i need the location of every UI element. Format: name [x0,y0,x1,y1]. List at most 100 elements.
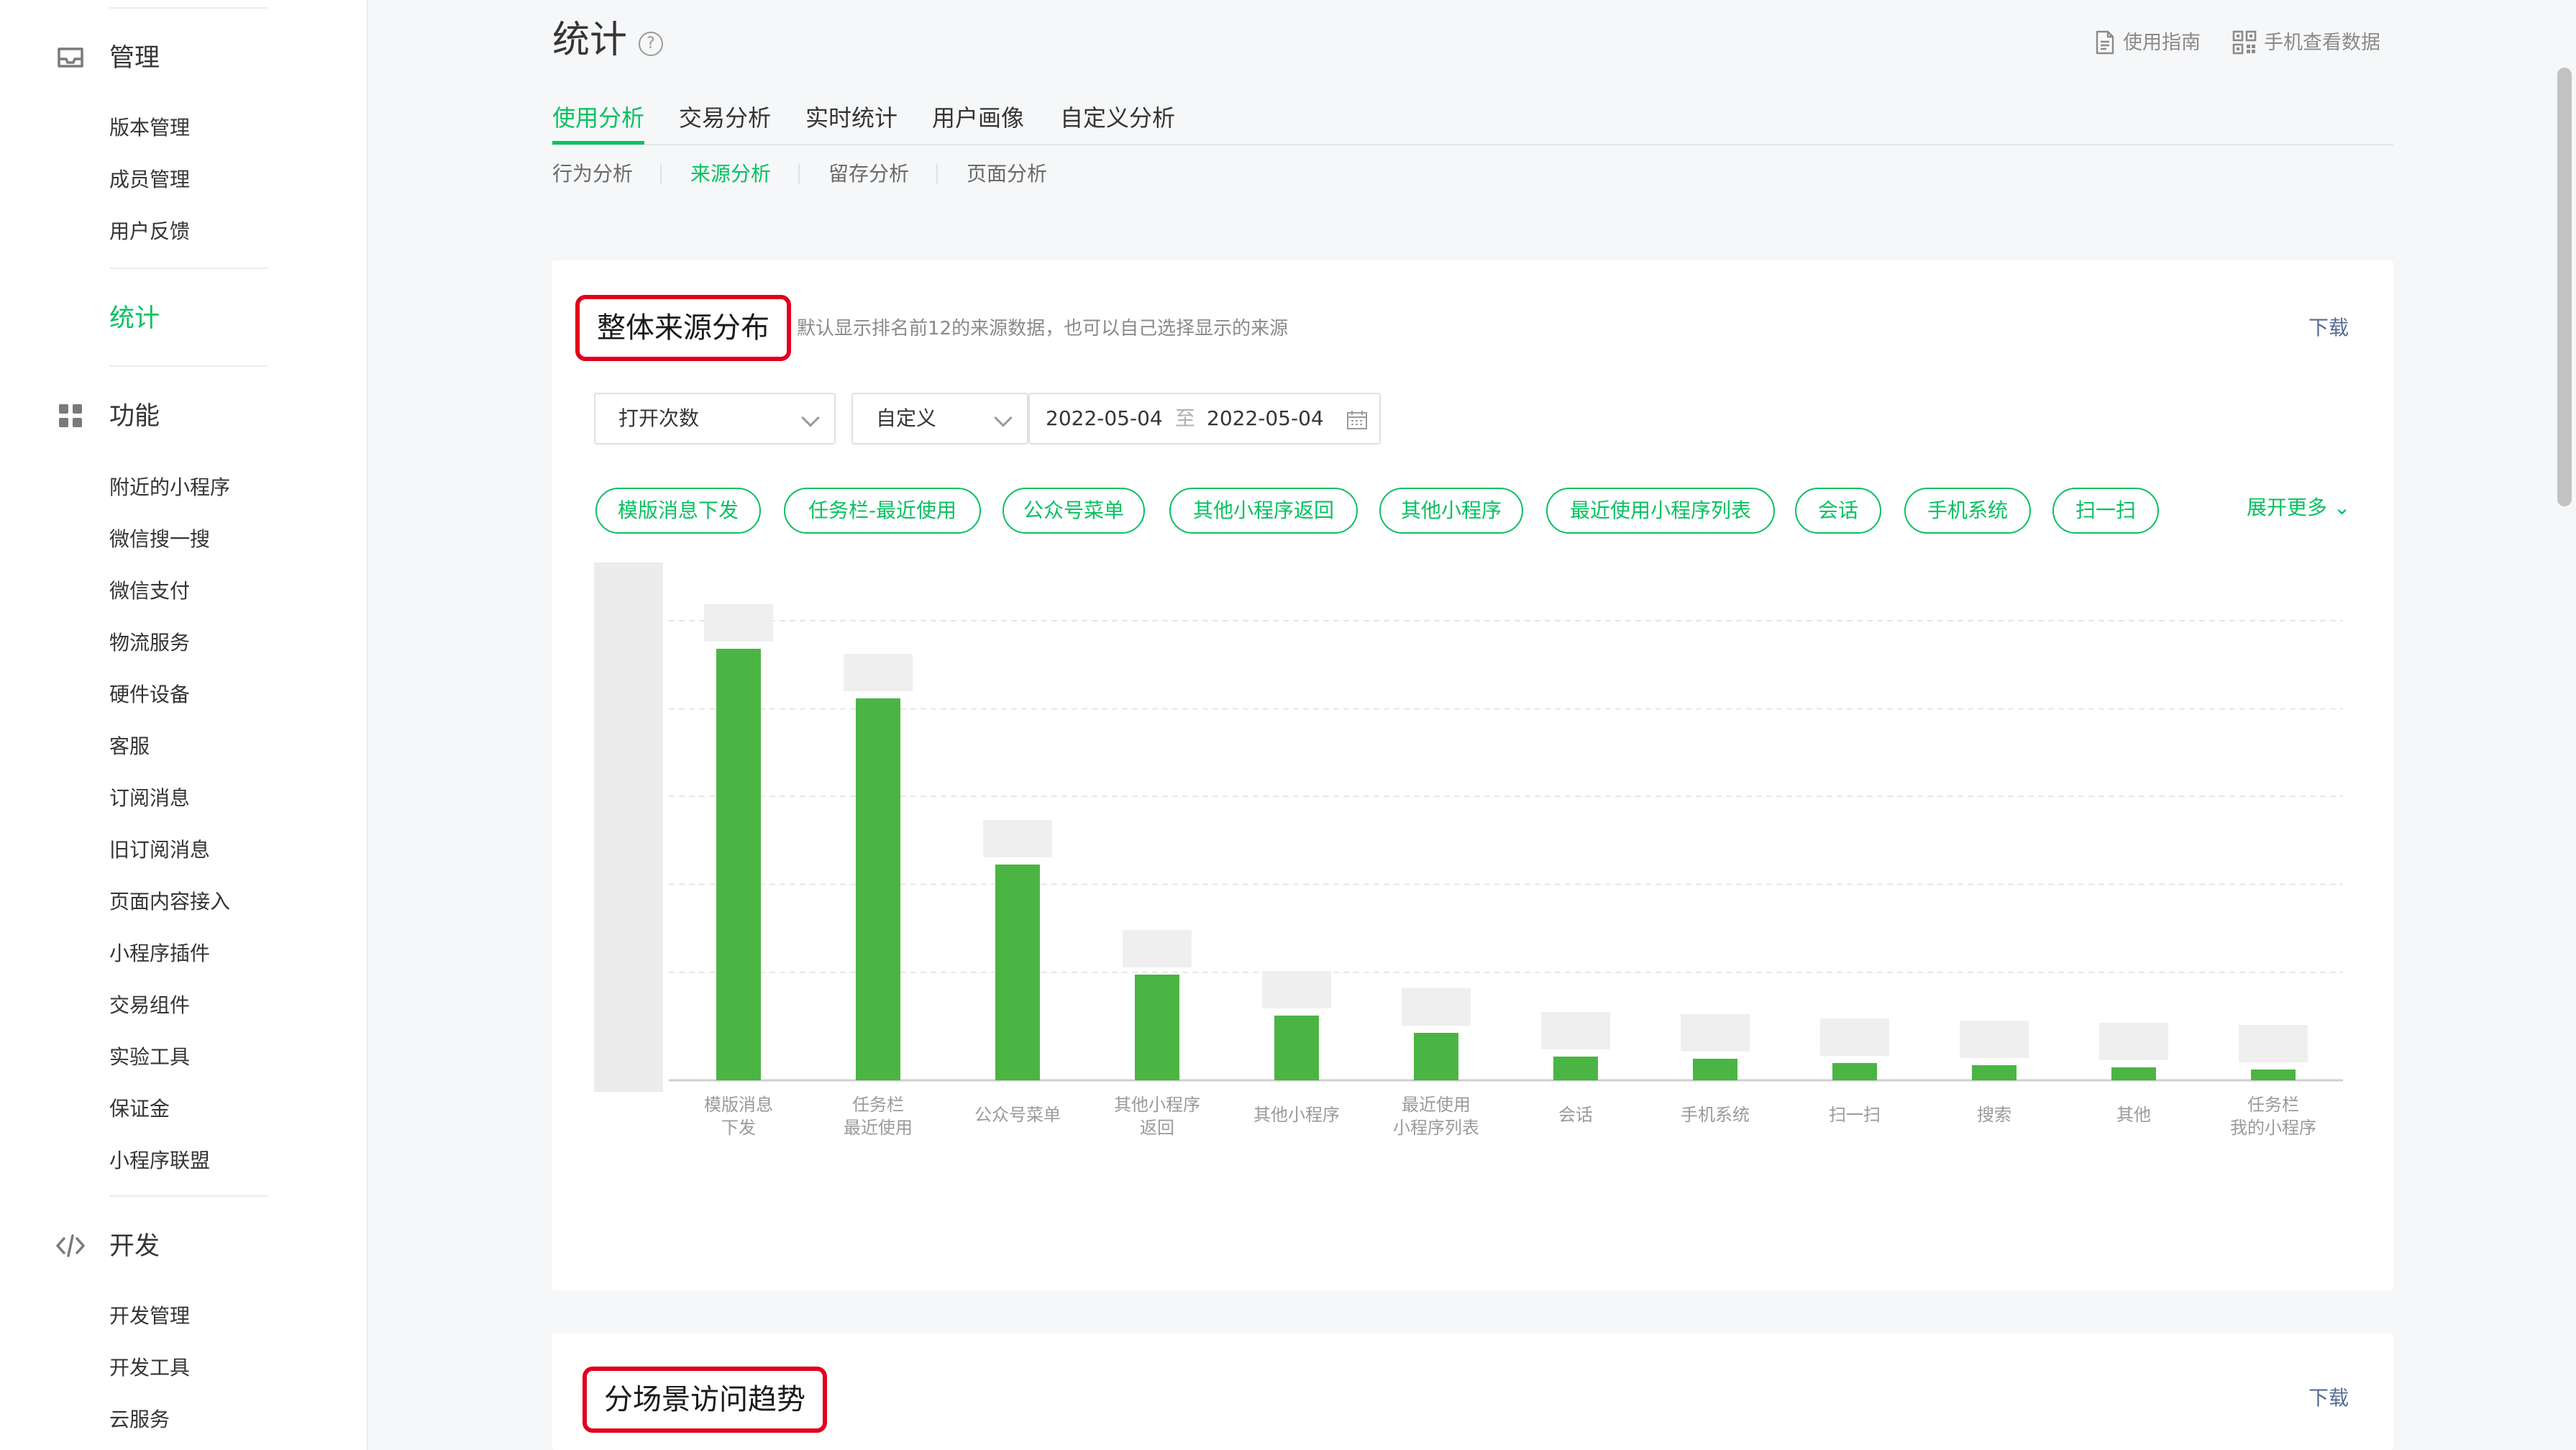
sidebar-item-old-subscribe[interactable]: 旧订阅消息 [109,840,210,860]
source-tag[interactable]: 任务栏-最近使用 [784,488,981,534]
sidebar-item-dev-tools[interactable]: 开发工具 [109,1358,190,1378]
sidebar-item-service[interactable]: 客服 [109,737,150,757]
scrollbar-thumb[interactable] [2557,68,2572,506]
chevron-down-icon [801,409,820,427]
x-tick-label: 扫一扫 [1829,1105,1881,1125]
chart-bar[interactable] [2251,1070,2296,1080]
x-tick-label: 任务栏最近使用 [844,1095,913,1138]
sidebar-divider [109,268,268,269]
sidebar-item-plugin[interactable]: 小程序插件 [109,944,210,964]
tab-realtime-stats[interactable]: 实时统计 [805,106,898,129]
tab-user-profile[interactable]: 用户画像 [932,106,1024,129]
x-tick-label: 模版消息下发 [704,1095,773,1138]
sidebar-group-manage[interactable]: 管理 [109,46,160,71]
main-tabs: 使用分析 交易分析 实时统计 用户画像 自定义分析 [552,106,2393,145]
sidebar-item-deposit[interactable]: 保证金 [109,1099,170,1119]
metric-select-value: 打开次数 [618,406,700,430]
subtab-behavior[interactable]: 行为分析 [552,164,633,184]
chart-bar[interactable] [856,698,900,1080]
download-button[interactable]: 下载 [2308,1388,2349,1408]
sidebar-item-version[interactable]: 版本管理 [109,118,190,138]
subtab-source[interactable]: 来源分析 [690,164,771,184]
guide-label: 使用指南 [2123,31,2201,54]
date-range-picker[interactable]: 2022-05-04 至 2022-05-04 [1028,393,1381,444]
chevron-down-icon [994,409,1013,427]
bar-value-label [2239,1025,2308,1062]
x-tick-label: 公众号菜单 [974,1105,1061,1125]
source-tag[interactable]: 公众号菜单 [1002,488,1145,534]
sidebar-group-dev[interactable]: 开发 [109,1234,160,1259]
bar-value-label [1541,1012,1610,1049]
tab-custom-analysis[interactable]: 自定义分析 [1060,106,1175,129]
x-tick-label: 任务栏我的小程序 [2230,1095,2316,1138]
source-tag[interactable]: 其他小程序 [1379,488,1523,534]
sidebar-item-dev-manage[interactable]: 开发管理 [109,1306,190,1326]
sidebar-item-search[interactable]: 微信搜一搜 [109,529,210,550]
date-end: 2022-05-04 [1207,406,1324,430]
sidebar-item-members[interactable]: 成员管理 [109,170,190,190]
sidebar-item-content[interactable]: 页面内容接入 [109,892,230,912]
sidebar-item-experiment[interactable]: 实验工具 [109,1047,190,1067]
source-tag[interactable]: 最近使用小程序列表 [1546,488,1775,534]
chart-bar[interactable] [995,865,1040,1080]
x-tick-label: 手机系统 [1681,1105,1750,1125]
bar-value-label [704,604,773,642]
double-chevron-down-icon: ⌄ [2333,496,2351,519]
subtab-separator [936,164,938,184]
chart-bar[interactable] [1274,1016,1319,1080]
chart-bar[interactable] [2111,1067,2156,1080]
sidebar-item-pay[interactable]: 微信支付 [109,581,190,601]
subtab-separator [798,164,800,184]
sidebar-item-trade[interactable]: 交易组件 [109,995,190,1016]
document-icon [2096,30,2114,55]
date-range-select-value: 自定义 [876,406,937,430]
source-tag[interactable]: 模版消息下发 [595,488,761,534]
chart-bar[interactable] [1693,1059,1737,1080]
bar-value-label [1681,1014,1750,1052]
sidebar-item-logistics[interactable]: 物流服务 [109,633,190,653]
guide-link[interactable]: 使用指南 [2094,30,2201,55]
mobile-view-link[interactable]: 手机查看数据 [2232,30,2380,55]
expand-more-button[interactable]: 展开更多 ⌄ [2247,498,2350,518]
chart-bar[interactable] [1553,1057,1598,1080]
date-start: 2022-05-04 [1046,406,1163,430]
x-tick-label: 其他小程序 [1253,1105,1340,1125]
sidebar-item-cloud[interactable]: 云服务 [109,1410,170,1430]
tab-usage-analysis[interactable]: 使用分析 [552,106,645,145]
source-tag[interactable]: 扫一扫 [2052,488,2159,534]
source-distribution-card: 整体来源分布 默认显示排名前12的来源数据，也可以自己选择显示的来源 下载 打开… [552,260,2393,1290]
expand-more-label: 展开更多 [2247,496,2328,519]
question-circle-icon[interactable]: ? [639,32,663,56]
sidebar-item-feedback[interactable]: 用户反馈 [109,222,190,242]
sidebar-item-subscribe[interactable]: 订阅消息 [109,788,190,808]
metric-select[interactable]: 打开次数 [594,393,836,444]
grid-icon [59,404,82,427]
subtab-retention[interactable]: 留存分析 [828,164,909,184]
tab-trade-analysis[interactable]: 交易分析 [679,106,771,129]
sidebar-divider [109,365,268,367]
sidebar-item-stats[interactable]: 统计 [109,306,160,332]
sidebar-group-features[interactable]: 功能 [109,404,160,429]
mobile-view-label: 手机查看数据 [2264,31,2380,54]
chart-zoom-slider[interactable] [594,562,663,1092]
source-tag[interactable]: 其他小程序返回 [1169,488,1358,534]
source-tag[interactable]: 会话 [1795,488,1881,534]
date-range-select[interactable]: 自定义 [851,393,1028,444]
sidebar-item-alliance[interactable]: 小程序联盟 [109,1151,210,1171]
source-tag[interactable]: 手机系统 [1904,488,2031,534]
chart-bar[interactable] [1972,1065,2017,1080]
date-separator: 至 [1175,406,1196,430]
download-button[interactable]: 下载 [2308,318,2349,338]
chart-bar[interactable] [1135,975,1179,1080]
subtab-page[interactable]: 页面分析 [967,164,1047,184]
bar-value-label [1820,1018,1889,1056]
chart-bar[interactable] [1414,1033,1458,1080]
x-tick-label: 搜索 [1977,1105,2011,1125]
chart-bar[interactable] [1832,1063,1877,1080]
chart-bar[interactable] [716,649,761,1080]
x-tick-label: 其他 [2116,1105,2151,1125]
bar-value-label [1262,971,1331,1008]
chart-grid [669,620,2343,1082]
sidebar-item-hardware[interactable]: 硬件设备 [109,685,190,705]
sidebar-item-nearby[interactable]: 附近的小程序 [109,478,230,498]
